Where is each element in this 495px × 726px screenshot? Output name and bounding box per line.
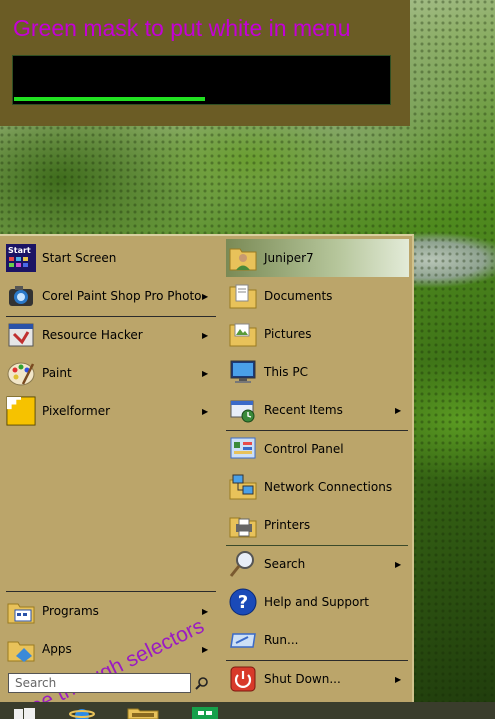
submenu-arrow-icon: ▶ bbox=[202, 607, 209, 616]
user-folder-icon bbox=[228, 243, 258, 273]
search-magnifier-icon bbox=[228, 549, 258, 579]
submenu-arrow-icon: ▶ bbox=[202, 369, 209, 378]
menu-item-user[interactable]: Juniper7 bbox=[228, 240, 314, 276]
pictures-icon bbox=[228, 319, 258, 349]
submenu-arrow-icon: ▶ bbox=[395, 675, 402, 684]
separator bbox=[6, 591, 216, 592]
mask-progress-fill bbox=[14, 97, 205, 101]
programs-folder-icon bbox=[6, 596, 36, 626]
menu-item-label: Programs bbox=[42, 604, 99, 618]
menu-item-apps[interactable]: Apps bbox=[6, 631, 72, 667]
menu-item-help-and-support[interactable]: ? Help and Support bbox=[228, 584, 369, 620]
menu-item-label: Documents bbox=[264, 289, 333, 303]
paint-palette-icon bbox=[6, 358, 36, 388]
recent-items-icon bbox=[228, 395, 258, 425]
run-icon bbox=[228, 625, 258, 655]
menu-item-search[interactable]: Search bbox=[228, 546, 305, 582]
menu-item-shut-down[interactable]: Shut Down... bbox=[228, 661, 341, 697]
menu-item-label: Pixelformer bbox=[42, 404, 111, 418]
menu-item-label: Pictures bbox=[264, 327, 312, 341]
documents-icon bbox=[228, 281, 258, 311]
menu-item-label: Search bbox=[264, 557, 306, 571]
menu-item-label: Corel Paint Shop Pro Photo bbox=[42, 289, 202, 303]
menu-item-pictures[interactable]: Pictures bbox=[228, 316, 312, 352]
resource-hacker-icon bbox=[6, 320, 36, 350]
store-icon[interactable] bbox=[190, 706, 220, 719]
menu-item-programs[interactable]: Programs bbox=[6, 593, 99, 629]
menu-item-label: Recent Items bbox=[264, 403, 343, 417]
submenu-arrow-icon: ▶ bbox=[202, 407, 209, 416]
menu-item-printers[interactable]: Printers bbox=[228, 507, 310, 543]
menu-item-documents[interactable]: Documents bbox=[228, 278, 332, 314]
menu-item-resource-hacker[interactable]: Resource Hacker bbox=[6, 317, 143, 353]
menu-item-paint[interactable]: Paint bbox=[6, 355, 72, 391]
internet-explorer-icon[interactable] bbox=[66, 706, 98, 719]
menu-item-label: Network Connections bbox=[264, 480, 393, 494]
shutdown-icon bbox=[228, 664, 258, 694]
mask-info-panel: Green mask to put white in menu bbox=[0, 0, 410, 126]
windows-start-icon[interactable] bbox=[10, 706, 38, 719]
submenu-arrow-icon: ▶ bbox=[202, 292, 209, 301]
pixelformer-icon bbox=[6, 396, 36, 426]
menu-item-label: Run... bbox=[264, 633, 299, 647]
help-icon: ? bbox=[228, 587, 258, 617]
menu-item-label: Printers bbox=[264, 518, 311, 532]
menu-item-label: Start Screen bbox=[42, 251, 117, 265]
mask-panel-title: Green mask to put white in menu bbox=[13, 15, 351, 41]
menu-item-label: Control Panel bbox=[264, 442, 344, 456]
start-menu: Start Start Screen Corel Paint Shop Pro … bbox=[0, 234, 414, 725]
submenu-arrow-icon: ▶ bbox=[202, 645, 209, 654]
menu-item-label: Apps bbox=[42, 642, 72, 656]
search-input[interactable]: Search bbox=[8, 673, 191, 693]
menu-item-network-connections[interactable]: Network Connections bbox=[228, 469, 392, 505]
apps-folder-icon bbox=[6, 634, 36, 664]
submenu-arrow-icon: ▶ bbox=[395, 406, 402, 415]
menu-item-start-screen[interactable]: Start Start Screen bbox=[6, 240, 116, 276]
menu-item-this-pc[interactable]: This PC bbox=[228, 354, 308, 390]
menu-item-label: Shut Down... bbox=[264, 672, 341, 686]
menu-item-label: Juniper7 bbox=[264, 251, 314, 265]
network-icon bbox=[228, 472, 258, 502]
menu-item-pixelformer[interactable]: Pixelformer bbox=[6, 393, 110, 429]
menu-item-corel-paint-shop-pro[interactable]: Corel Paint Shop Pro Photo bbox=[6, 278, 202, 314]
svg-text:Start: Start bbox=[8, 246, 31, 255]
submenu-arrow-icon: ▶ bbox=[395, 560, 402, 569]
submenu-arrow-icon: ▶ bbox=[202, 331, 209, 340]
svg-text:?: ? bbox=[238, 592, 248, 613]
search-icon[interactable] bbox=[195, 676, 209, 690]
control-panel-icon bbox=[228, 434, 258, 464]
file-explorer-icon[interactable] bbox=[126, 706, 160, 719]
mask-progress-box bbox=[12, 55, 391, 105]
this-pc-icon bbox=[228, 357, 258, 387]
menu-item-control-panel[interactable]: Control Panel bbox=[228, 431, 344, 467]
menu-item-label: Paint bbox=[42, 366, 72, 380]
printers-icon bbox=[228, 510, 258, 540]
menu-item-label: Help and Support bbox=[264, 595, 369, 609]
menu-item-run[interactable]: Run... bbox=[228, 622, 298, 658]
menu-item-label: Resource Hacker bbox=[42, 328, 143, 342]
camera-icon bbox=[6, 281, 36, 311]
taskbar bbox=[0, 702, 495, 719]
menu-item-recent-items[interactable]: Recent Items bbox=[228, 392, 343, 428]
menu-item-label: This PC bbox=[264, 365, 308, 379]
start-screen-icon: Start bbox=[6, 243, 36, 273]
